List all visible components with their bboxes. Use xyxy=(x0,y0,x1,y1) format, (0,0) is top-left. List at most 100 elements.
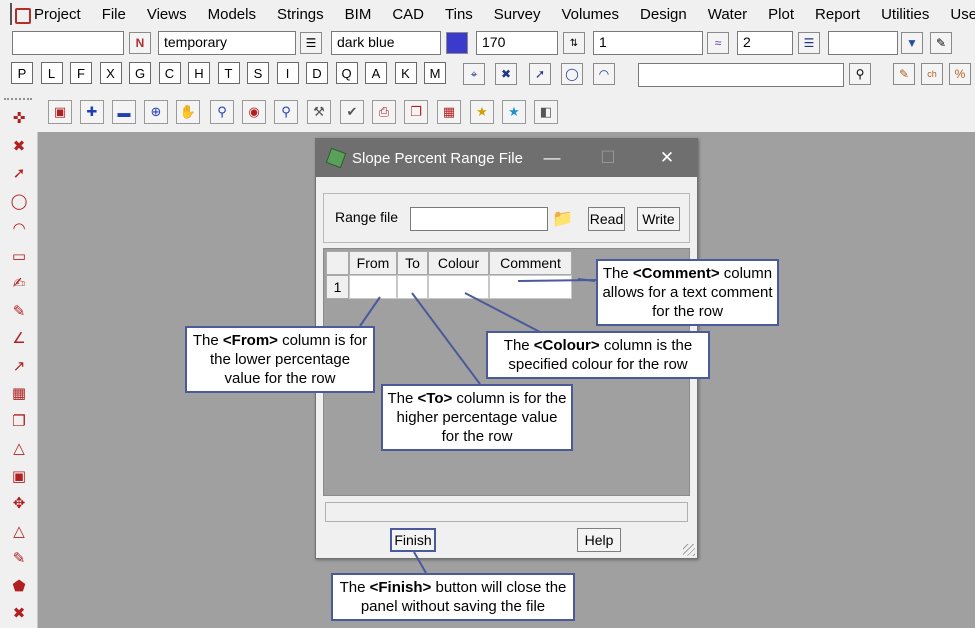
style-field[interactable] xyxy=(828,31,898,55)
save-icon[interactable]: ▣ xyxy=(48,100,72,124)
finish-button[interactable]: Finish xyxy=(390,528,436,552)
panel-icon[interactable]: ◧ xyxy=(534,100,558,124)
snap-arc-icon[interactable]: ◠ xyxy=(593,63,615,85)
snap-letter-s-button[interactable]: S xyxy=(247,62,269,84)
weight-lines-icon[interactable]: ☰ xyxy=(798,32,820,54)
app-logo-icon[interactable] xyxy=(10,3,31,25)
name-field[interactable]: temporary xyxy=(158,31,296,55)
menu-utilities[interactable]: Utilities xyxy=(869,6,938,23)
menu-strings[interactable]: Strings xyxy=(265,6,333,23)
menu-volumes[interactable]: Volumes xyxy=(549,6,628,23)
left-tool-table-icon[interactable]: ▦ xyxy=(6,381,32,405)
left-tool-triangle-icon[interactable]: △ xyxy=(6,519,32,543)
print-icon[interactable]: ⎙ xyxy=(372,100,396,124)
snap-letter-d-button[interactable]: D xyxy=(306,62,328,84)
left-tool-delete-icon[interactable]: ✖ xyxy=(6,601,32,625)
weight-field[interactable]: 2 xyxy=(737,31,793,55)
plus-icon[interactable]: ✚ xyxy=(80,100,104,124)
left-tool-pencil-icon[interactable]: ✎ xyxy=(6,299,32,323)
cell-to[interactable] xyxy=(397,275,428,299)
grid-icon[interactable]: ▦ xyxy=(437,100,461,124)
menu-cad[interactable]: CAD xyxy=(380,6,433,23)
star-icon[interactable]: ★ xyxy=(470,100,494,124)
eyedropper-icon[interactable]: ✎ xyxy=(930,32,952,54)
cell-colour[interactable] xyxy=(428,275,489,299)
left-tool-arc-icon[interactable]: ◠ xyxy=(6,216,32,240)
column-header-to[interactable]: To xyxy=(397,251,428,275)
colour-field[interactable]: dark blue xyxy=(331,31,441,55)
menu-user[interactable]: User xyxy=(938,6,975,23)
z-height-icon[interactable]: ⇅ xyxy=(563,32,585,54)
minus-icon[interactable]: ▬ xyxy=(112,100,136,124)
windows-icon[interactable]: ❐ xyxy=(404,100,428,124)
snap-letter-k-button[interactable]: K xyxy=(394,62,417,84)
snap-letter-p-button[interactable]: P xyxy=(11,62,33,84)
left-tool-draw-icon[interactable]: ✎ xyxy=(6,546,32,570)
menu-bim[interactable]: BIM xyxy=(333,6,381,23)
menu-report[interactable]: Report xyxy=(803,6,869,23)
menu-design[interactable]: Design xyxy=(628,6,696,23)
read-button[interactable]: Read xyxy=(588,207,625,231)
left-tool-shape-icon[interactable]: △ xyxy=(6,436,32,460)
layers-icon[interactable]: ☰ xyxy=(300,32,322,54)
left-tool-cross-icon[interactable]: ✖ xyxy=(6,134,32,158)
chainage-field[interactable]: 1 xyxy=(593,31,703,55)
minimize-icon[interactable]: — xyxy=(532,145,572,171)
row-number[interactable]: 1 xyxy=(326,275,349,299)
snap-line-icon[interactable]: ➚ xyxy=(529,63,551,85)
menu-survey[interactable]: Survey xyxy=(482,6,550,23)
zoom-plus-icon[interactable]: ⚲ xyxy=(210,100,234,124)
left-tool-move-icon[interactable]: ✥ xyxy=(6,491,32,515)
cell-from[interactable] xyxy=(349,275,397,299)
column-header-comment[interactable]: Comment xyxy=(489,251,572,275)
snap-letter-x-button[interactable]: X xyxy=(99,62,122,84)
toolbar-grip[interactable] xyxy=(4,98,32,102)
snap-letter-i-button[interactable]: I xyxy=(276,62,299,84)
name-n-icon[interactable]: N xyxy=(129,32,151,54)
help-button[interactable]: Help xyxy=(577,528,621,552)
zoom-window-icon[interactable]: ◉ xyxy=(242,100,266,124)
left-tool-point-icon[interactable]: ✜ xyxy=(6,106,32,130)
column-header-colour[interactable]: Colour xyxy=(428,251,489,275)
menu-water[interactable]: Water xyxy=(696,6,756,23)
column-header-from[interactable]: From xyxy=(349,251,397,275)
maximize-icon[interactable]: ☐ xyxy=(588,145,628,171)
percent-icon[interactable]: % xyxy=(949,63,971,85)
tools-icon[interactable]: ⚒ xyxy=(307,100,331,124)
chainage-icon[interactable]: ch xyxy=(921,63,943,85)
menu-models[interactable]: Models xyxy=(196,6,265,23)
menu-plot[interactable]: Plot xyxy=(756,6,803,23)
cell-comment[interactable] xyxy=(489,275,572,299)
model-field[interactable] xyxy=(12,31,124,55)
left-tool-rectangle-icon[interactable]: ▭ xyxy=(6,244,32,268)
chevron-down-icon[interactable]: ▼ xyxy=(901,32,923,54)
snap-letter-q-button[interactable]: Q xyxy=(335,62,358,84)
edit-string-icon[interactable]: ✎ xyxy=(893,63,915,85)
snap-letter-m-button[interactable]: M xyxy=(424,62,446,84)
snap-letter-h-button[interactable]: H xyxy=(188,62,210,84)
left-tool-window-icon[interactable]: ❐ xyxy=(6,409,32,433)
pick-icon[interactable]: ✔ xyxy=(340,100,364,124)
left-tool-text-icon[interactable]: ✍ xyxy=(6,271,32,295)
menu-file[interactable]: File xyxy=(90,6,135,23)
left-tool-polyline-icon[interactable]: ∠ xyxy=(6,326,32,350)
search-icon[interactable]: ⚲ xyxy=(849,63,871,85)
menu-tins[interactable]: Tins xyxy=(433,6,482,23)
write-button[interactable]: Write xyxy=(637,207,680,231)
range-file-input[interactable] xyxy=(410,207,548,231)
snap-letter-f-button[interactable]: F xyxy=(70,62,92,84)
linestyle-icon[interactable]: ≈ xyxy=(707,32,729,54)
dialog-titlebar[interactable]: Slope Percent Range File — ☐ ✕ xyxy=(316,139,697,177)
left-tool-line-icon[interactable]: ➚ xyxy=(6,161,32,185)
snap-letter-g-button[interactable]: G xyxy=(129,62,151,84)
close-icon[interactable]: ✕ xyxy=(647,145,687,171)
zoom-icon[interactable]: ⚲ xyxy=(274,100,298,124)
left-tool-polygon-icon[interactable]: ⬟ xyxy=(6,574,32,598)
left-tool-measure-icon[interactable]: ↗ xyxy=(6,354,32,378)
snap-point-icon[interactable]: ⌖ xyxy=(463,63,485,85)
left-tool-circle-icon[interactable]: ◯ xyxy=(6,189,32,213)
snap-letter-c-button[interactable]: C xyxy=(158,62,181,84)
search-input[interactable] xyxy=(638,63,844,87)
height-field[interactable]: 170 xyxy=(476,31,558,55)
star-blue-icon[interactable]: ★ xyxy=(502,100,526,124)
